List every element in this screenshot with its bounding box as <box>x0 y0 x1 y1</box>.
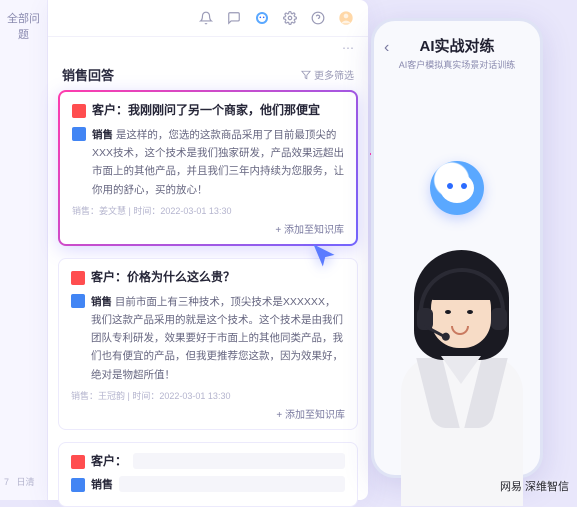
compose-card: 客户： 销售 <box>58 442 358 507</box>
card-meta: 销售：王冠韵 | 时间：2022-03-01 13:30 <box>71 389 345 402</box>
sales-badge-icon <box>71 478 85 492</box>
customer-input[interactable] <box>133 453 345 469</box>
sales-badge-icon <box>72 127 86 141</box>
main-panel: ⋯ 销售回答 更多筛选 客户：我刚刚问了另一个商家，他们那便宜 销售 是这 <box>48 0 368 500</box>
phone-frame: ‹ AI实战对练 AI客户模拟真实场景对话训练 <box>371 18 543 478</box>
add-to-kb-button[interactable]: + 添加至知识库 <box>72 221 344 236</box>
phone-title: AI实战对练 <box>384 35 530 56</box>
customer-question: 客户：价格为什么这么贵？ <box>91 269 235 286</box>
back-icon[interactable]: ‹ <box>384 39 389 57</box>
card-list: 客户：我刚刚问了另一个商家，他们那便宜 销售 是这样的，您选的这款商品采用了目前… <box>48 90 368 507</box>
compose-sale-label: 销售 <box>91 476 113 492</box>
message-icon[interactable] <box>226 10 242 26</box>
bot-icon[interactable] <box>254 10 270 26</box>
sales-answer: 销售 是这样的，您选的这款商品采用了目前最顶尖的XXX技术，这个技术是我们独家研… <box>92 129 344 196</box>
help-icon[interactable] <box>310 10 326 26</box>
sidebar-stats: 7 日清 <box>4 475 35 488</box>
bell-icon[interactable] <box>198 10 214 26</box>
phone-header: ‹ AI实战对练 AI客户模拟真实场景对话训练 <box>374 21 540 81</box>
panel-header: 销售回答 更多筛选 <box>48 55 368 90</box>
bot-face-icon <box>440 173 474 203</box>
top-icon-bar <box>48 0 368 37</box>
more-icon[interactable]: ⋯ <box>342 41 354 55</box>
bot-avatar[interactable] <box>430 161 484 215</box>
sidebar-item-all[interactable]: 全部问题 <box>0 0 47 52</box>
phone-subtitle: AI客户模拟真实场景对话训练 <box>384 58 530 71</box>
customer-badge-icon <box>72 104 86 118</box>
qa-card[interactable]: 客户：价格为什么这么贵？ 销售 目前市面上有三种技术，顶尖技术是XXXXXX，我… <box>58 258 358 430</box>
sales-answer: 销售 目前市面上有三种技术，顶尖技术是XXXXXX，我们这款产品采用的就是这个技… <box>91 296 343 381</box>
sale-input[interactable] <box>119 476 345 492</box>
panel-title: 销售回答 <box>62 65 114 84</box>
customer-badge-icon <box>71 271 85 285</box>
compose-customer-label: 客户： <box>91 453 127 470</box>
qa-card[interactable]: 客户：我刚刚问了另一个商家，他们那便宜 销售 是这样的，您选的这款商品采用了目前… <box>58 90 358 246</box>
customer-question: 客户：我刚刚问了另一个商家，他们那便宜 <box>92 102 320 119</box>
left-sidebar: 全部问题 7 日清 <box>0 0 48 500</box>
sales-badge-icon <box>71 294 85 308</box>
card-meta: 销售：姜文慧 | 时间：2022-03-01 13:30 <box>72 204 344 217</box>
avatar-icon[interactable] <box>338 10 354 26</box>
watermark: 网易 深维智信 <box>500 478 569 494</box>
add-to-kb-button[interactable]: + 添加至知识库 <box>71 406 345 421</box>
customer-badge-icon <box>71 455 85 469</box>
filter-button[interactable]: 更多筛选 <box>301 67 354 82</box>
gear-icon[interactable] <box>282 10 298 26</box>
